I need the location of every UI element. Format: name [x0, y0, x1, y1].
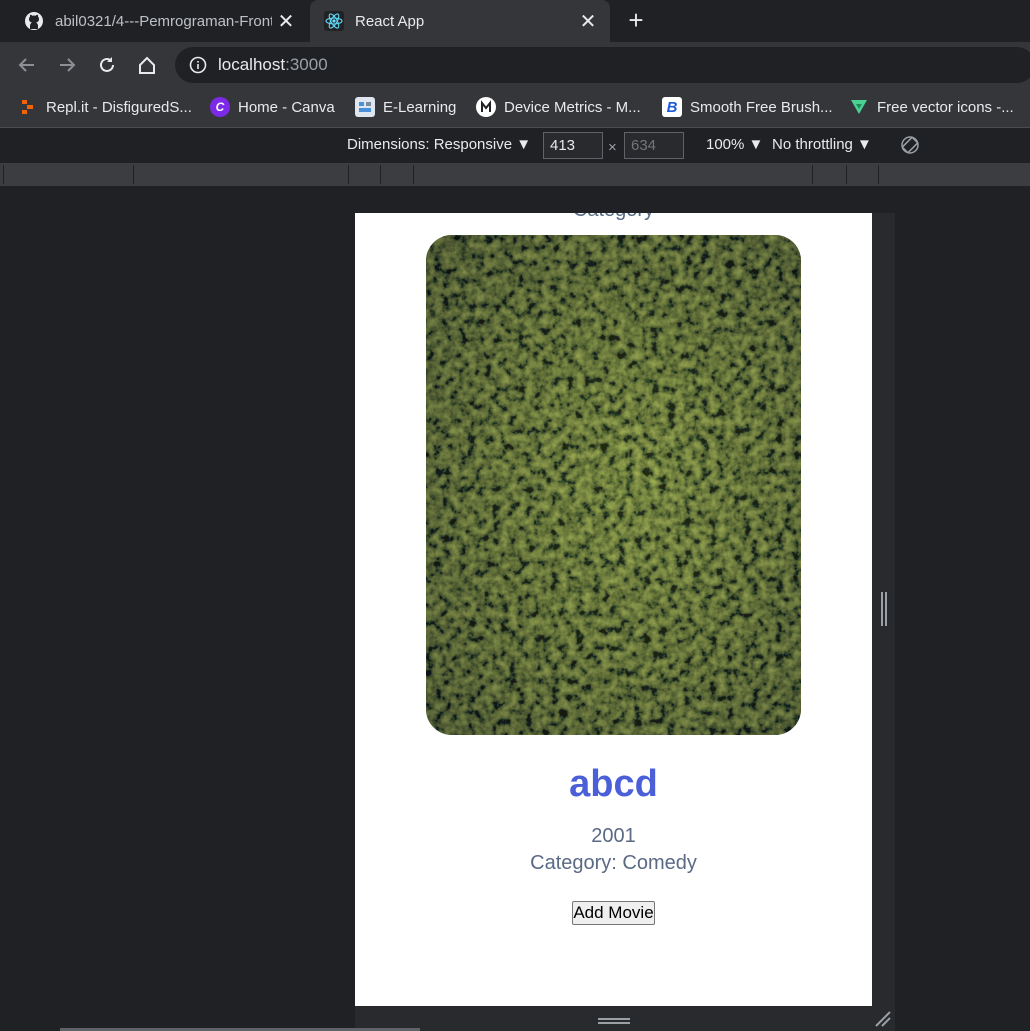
react-icon [323, 10, 345, 32]
movie-category: Category: Comedy [530, 852, 697, 874]
close-icon[interactable]: ✕ [272, 9, 300, 34]
elearning-icon [355, 97, 375, 117]
close-icon[interactable]: ✕ [574, 9, 602, 34]
tab-strip: abil0321/4---Pemrograman-Front ✕ React A… [0, 0, 1030, 42]
info-icon[interactable] [189, 56, 207, 74]
tab-github[interactable]: abil0321/4---Pemrograman-Front ✕ [0, 0, 308, 42]
bookmark-replit[interactable]: Repl.it - DisfiguredS... [18, 96, 192, 118]
url-host: localhost [218, 55, 286, 74]
tab-title: abil0321/4---Pemrograman-Front [55, 12, 272, 30]
bookmark-elearning[interactable]: E-Learning [355, 96, 456, 118]
address-bar[interactable]: localhost:3000 [175, 47, 1030, 83]
dimensions-dropdown[interactable]: Dimensions: Responsive ▼ [347, 136, 531, 153]
forward-arrow-icon[interactable] [53, 51, 81, 79]
tab-title: React App [355, 12, 425, 30]
flaticon-icon [849, 97, 869, 117]
home-icon[interactable] [133, 51, 161, 79]
replit-icon [18, 97, 38, 117]
movie-title: abcd [569, 763, 658, 805]
reload-icon[interactable] [93, 51, 121, 79]
resize-handle-horizontal-icon[interactable] [598, 1013, 630, 1024]
add-movie-button[interactable]: Add Movie [572, 901, 655, 925]
category-text-cut: Category [355, 213, 872, 222]
github-icon [23, 10, 45, 32]
width-input[interactable] [543, 132, 603, 159]
zoom-dropdown[interactable]: 100% ▼ [706, 136, 763, 153]
tab-react-app[interactable]: React App ✕ [310, 0, 610, 42]
canva-icon: C [210, 97, 230, 117]
emulated-viewport: Category abcd 2001 Category: Comedy Add … [355, 213, 872, 1006]
browser-toolbar: localhost:3000 [0, 42, 1030, 88]
bookmark-label: Home - Canva [238, 98, 335, 116]
bookmark-brushes[interactable]: B Smooth Free Brush... [662, 96, 833, 118]
new-tab-plus-icon[interactable]: + [622, 6, 650, 34]
bookmarks-bar: Repl.it - DisfiguredS... C Home - Canva … [0, 88, 1030, 128]
resize-handle-vertical-icon[interactable] [880, 592, 888, 626]
b-icon: B [662, 97, 682, 117]
movie-year: 2001 [591, 825, 636, 847]
url-port: :3000 [285, 55, 328, 74]
back-arrow-icon[interactable] [13, 51, 41, 79]
device-toolbar: Dimensions: Responsive ▼ × 100% ▼ No thr… [0, 128, 1030, 163]
bookmark-flaticon[interactable]: Free vector icons -... [849, 96, 1014, 118]
bookmark-canva[interactable]: C Home - Canva [210, 96, 335, 118]
throttling-dropdown[interactable]: No throttling ▼ [772, 136, 872, 153]
rotate-icon[interactable] [900, 135, 920, 159]
bookmark-label: Repl.it - DisfiguredS... [46, 98, 192, 116]
times-sign: × [608, 139, 617, 156]
bookmark-label: Device Metrics - M... [504, 98, 641, 116]
bookmark-device-metrics[interactable]: Device Metrics - M... [476, 96, 641, 118]
material-icon [476, 97, 496, 117]
height-input[interactable] [624, 132, 684, 159]
bookmark-label: Free vector icons -... [877, 98, 1014, 116]
bookmark-label: E-Learning [383, 98, 457, 116]
resize-corner-icon[interactable] [874, 1010, 892, 1028]
media-query-ruler[interactable] [0, 163, 1030, 186]
url-text: localhost:3000 [218, 55, 328, 75]
movie-poster-image [426, 235, 801, 735]
bookmark-label: Smooth Free Brush... [690, 98, 833, 116]
